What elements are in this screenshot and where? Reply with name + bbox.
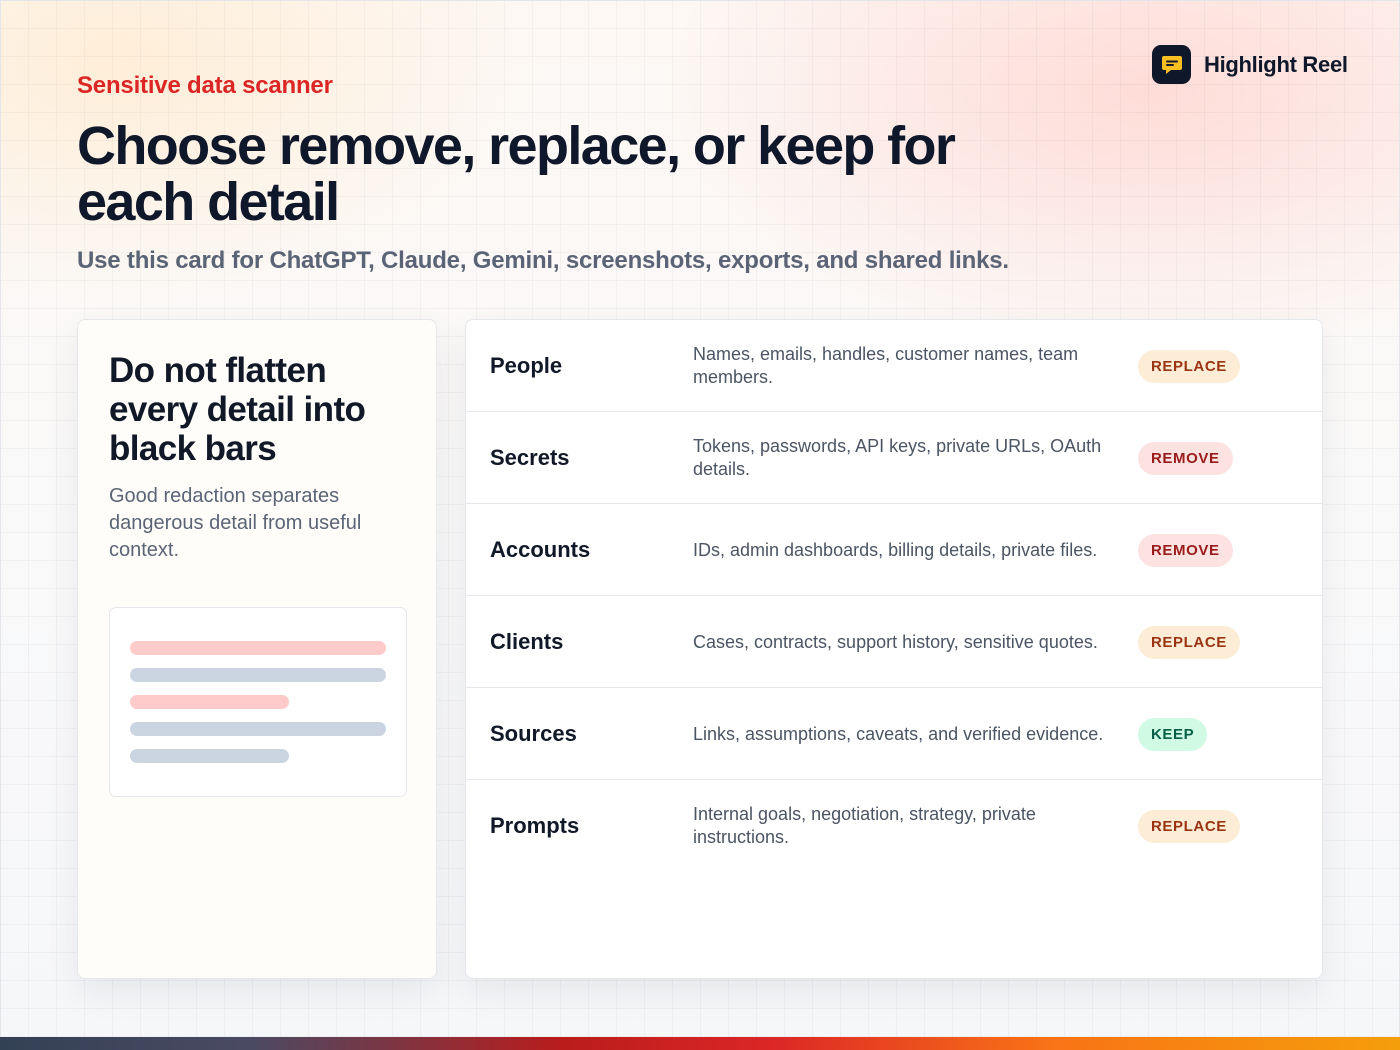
row-label: Sources [490,721,577,746]
action-badge-keep: KEEP [1138,718,1208,751]
redaction-bar [130,695,289,709]
eyebrow-label: Sensitive data scanner [77,72,333,99]
row-label: Prompts [490,813,580,838]
row-label: Secrets [490,445,570,470]
table-row-sources: Sources Links, assumptions, caveats, and … [466,688,1322,780]
row-description: Links, assumptions, caveats, and verifie… [693,723,1104,744]
row-label: Clients [490,629,564,654]
row-description: Tokens, passwords, API keys, private URL… [693,436,1102,479]
brand: Highlight Reel [1152,45,1348,84]
info-card-title: Do not flatten every detail into black b… [109,351,366,468]
row-description: Names, emails, handles, customer names, … [693,344,1079,387]
table-row-people: People Names, emails, handles, customer n… [466,320,1322,412]
table-row-clients: Clients Cases, contracts, support history… [466,596,1322,688]
row-description: Internal goals, negotiation, strategy, p… [693,804,1036,847]
info-card: Do not flatten every detail into black b… [77,319,437,979]
action-badge-remove: REMOVE [1138,534,1233,567]
row-description: Cases, contracts, support history, sensi… [693,631,1098,652]
table-row-secrets: Secrets Tokens, passwords, API keys, priv… [466,412,1322,504]
action-badge-replace: REPLACE [1138,350,1240,383]
redaction-table: People Names, emails, handles, customer n… [465,319,1323,979]
row-description: IDs, admin dashboards, billing details, … [693,539,1098,560]
page-subtitle: Use this card for ChatGPT, Claude, Gemin… [77,247,1009,274]
redaction-bar [130,749,289,763]
redaction-bar [130,722,386,736]
accent-stripe [0,1037,1400,1050]
brand-name: Highlight Reel [1204,51,1348,77]
page-title: Choose remove, replace, or keep for each… [77,116,956,232]
row-label: Accounts [490,537,591,562]
info-card-body: Good redaction separates dangerous detai… [109,485,362,561]
redaction-bar [130,641,386,655]
row-label: People [490,353,563,378]
action-badge-remove: REMOVE [1138,442,1233,475]
redaction-bar [130,668,386,682]
redacted-document-illustration [109,607,407,797]
table-row-accounts: Accounts IDs, admin dashboards, billing d… [466,504,1322,596]
table-row-prompts: Prompts Internal goals, negotiation, stra… [466,780,1322,872]
action-badge-replace: REPLACE [1138,626,1240,659]
chat-bubble-icon [1152,45,1191,84]
action-badge-replace: REPLACE [1138,810,1240,843]
